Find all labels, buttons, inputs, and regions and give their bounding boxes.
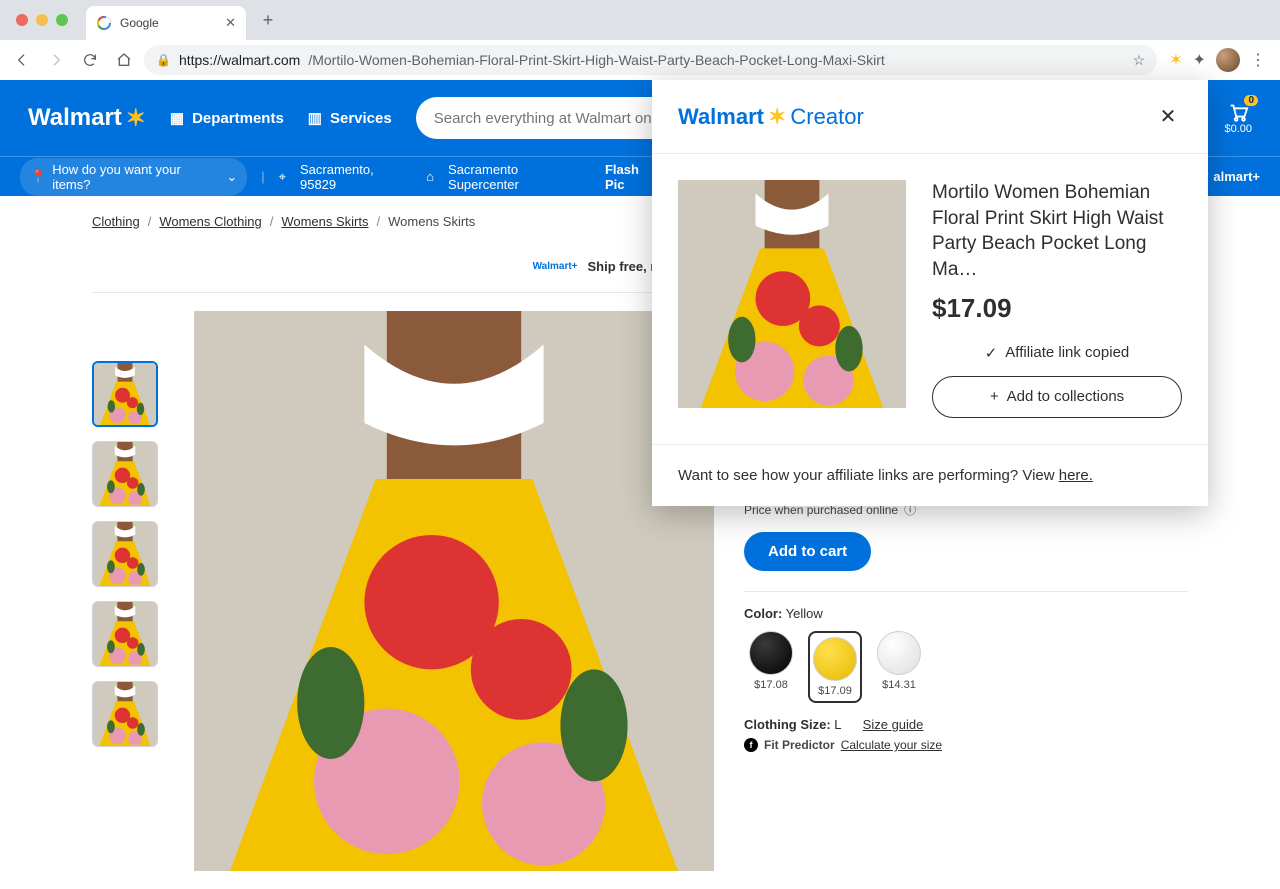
walmart-plus-tag: Walmart+ (533, 261, 578, 272)
plus-icon: + (990, 388, 999, 405)
location-icon: 📍 (30, 169, 46, 185)
services-button[interactable]: ▥ Services (308, 109, 392, 127)
close-tab-icon[interactable]: ✕ (225, 15, 236, 31)
store-icon: ⌂ (426, 169, 434, 184)
cart-total: $0.00 (1224, 123, 1252, 135)
close-window-icon[interactable] (16, 14, 28, 26)
add-to-cart-button[interactable]: Add to cart (744, 532, 871, 571)
zip-text[interactable]: Sacramento, 95829 (300, 162, 412, 192)
profile-avatar[interactable] (1216, 48, 1240, 72)
forward-button[interactable] (42, 46, 70, 74)
panel-product-price: $17.09 (932, 293, 1182, 324)
cart-button[interactable]: 0 $0.00 (1224, 101, 1252, 135)
thumbnail-strip (92, 361, 164, 871)
calculate-size-link[interactable]: Calculate your size (841, 738, 942, 752)
browser-tab[interactable]: Google ✕ (86, 6, 246, 40)
extensions: ✶ ✦ ⋮ (1163, 48, 1272, 72)
fit-icon: f (744, 738, 758, 752)
size-guide-link[interactable]: Size guide (863, 717, 924, 732)
thumbnail-2[interactable] (92, 441, 158, 507)
fit-predictor: f Fit Predictor Calculate your size (744, 738, 1188, 752)
departments-label: Departments (192, 110, 284, 127)
close-panel-button[interactable]: ✕ (1154, 103, 1182, 131)
swatch-white[interactable]: $14.31 (872, 631, 926, 703)
add-to-collections-button[interactable]: + Add to collections (932, 376, 1182, 418)
chevron-down-icon: ⌄ (226, 169, 237, 185)
panel-header: Walmart✶Creator ✕ (652, 80, 1208, 154)
cart-badge: 0 (1244, 95, 1258, 106)
color-swatches: $17.08 $17.09 $14.31 (744, 631, 1188, 703)
walmart-plus-link[interactable]: almart+ (1213, 169, 1260, 184)
lock-icon: 🔒 (156, 53, 171, 67)
main-product-image[interactable] (194, 311, 714, 871)
panel-product-image (678, 180, 906, 408)
walmart-extension-icon[interactable]: ✶ (1169, 50, 1182, 70)
spark-icon: ✶ (768, 104, 786, 130)
toolbar: 🔒 https://walmart.com/Mortilo-Women-Bohe… (0, 40, 1280, 80)
grid-icon: ▦ (170, 109, 184, 127)
crumb-clothing[interactable]: Clothing (92, 214, 140, 229)
fulfillment-label: How do you want your items? (52, 162, 220, 192)
bookmark-icon[interactable]: ☆ (1133, 52, 1146, 69)
size-row: Clothing Size: L Size guide (744, 717, 1188, 732)
url-path: /Mortilo-Women-Bohemian-Floral-Print-Ski… (308, 52, 884, 68)
creator-logo: Walmart✶Creator (678, 104, 864, 130)
fullscreen-window-icon[interactable] (56, 14, 68, 26)
new-tab-button[interactable]: + (254, 6, 282, 34)
reload-button[interactable] (76, 46, 104, 74)
tab-title: Google (120, 16, 159, 30)
crumb-womens-clothing[interactable]: Womens Clothing (159, 214, 261, 229)
thumbnail-4[interactable] (92, 601, 158, 667)
brand-text: Walmart (28, 104, 122, 132)
check-icon: ✓ (985, 344, 998, 362)
creator-panel: Walmart✶Creator ✕ Mortilo Women Bohemian… (652, 80, 1208, 506)
panel-body: Mortilo Women Bohemian Floral Print Skir… (652, 154, 1208, 444)
window-controls[interactable] (16, 14, 68, 26)
extensions-icon[interactable]: ✦ (1193, 50, 1206, 70)
fulfillment-selector[interactable]: 📍 How do you want your items? ⌄ (20, 158, 247, 196)
swatch-yellow[interactable]: $17.09 (808, 631, 862, 703)
thumbnail-1[interactable] (92, 361, 158, 427)
back-button[interactable] (8, 46, 36, 74)
departments-button[interactable]: ▦ Departments (170, 109, 284, 127)
services-icon: ▥ (308, 109, 322, 127)
browser-chrome: Google ✕ + 🔒 https://walmart.com/Mortilo… (0, 0, 1280, 80)
menu-icon[interactable]: ⋮ (1250, 50, 1266, 70)
services-label: Services (330, 110, 392, 127)
crumb-current: Womens Skirts (388, 214, 475, 229)
thumbnail-3[interactable] (92, 521, 158, 587)
view-performance-link[interactable]: here. (1059, 467, 1093, 484)
tab-strip: Google ✕ + (0, 0, 1280, 40)
panel-footer: Want to see how your affiliate links are… (652, 444, 1208, 506)
minimize-window-icon[interactable] (36, 14, 48, 26)
link-copied-status: ✓ Affiliate link copied (932, 344, 1182, 362)
spark-icon: ✶ (126, 104, 146, 133)
google-favicon-icon (96, 15, 112, 31)
thumbnail-5[interactable] (92, 681, 158, 747)
walmart-logo[interactable]: Walmart✶ (28, 104, 146, 133)
pin-icon: ⌖ (279, 169, 286, 185)
address-bar[interactable]: 🔒 https://walmart.com/Mortilo-Women-Bohe… (144, 45, 1157, 75)
color-label: Color: Yellow (744, 606, 1188, 621)
swatch-black[interactable]: $17.08 (744, 631, 798, 703)
url-host: https://walmart.com (179, 52, 300, 68)
store-text[interactable]: Sacramento Supercenter (448, 162, 591, 192)
crumb-womens-skirts[interactable]: Womens Skirts (281, 214, 368, 229)
home-button[interactable] (110, 46, 138, 74)
panel-product-title: Mortilo Women Bohemian Floral Print Skir… (932, 180, 1182, 283)
